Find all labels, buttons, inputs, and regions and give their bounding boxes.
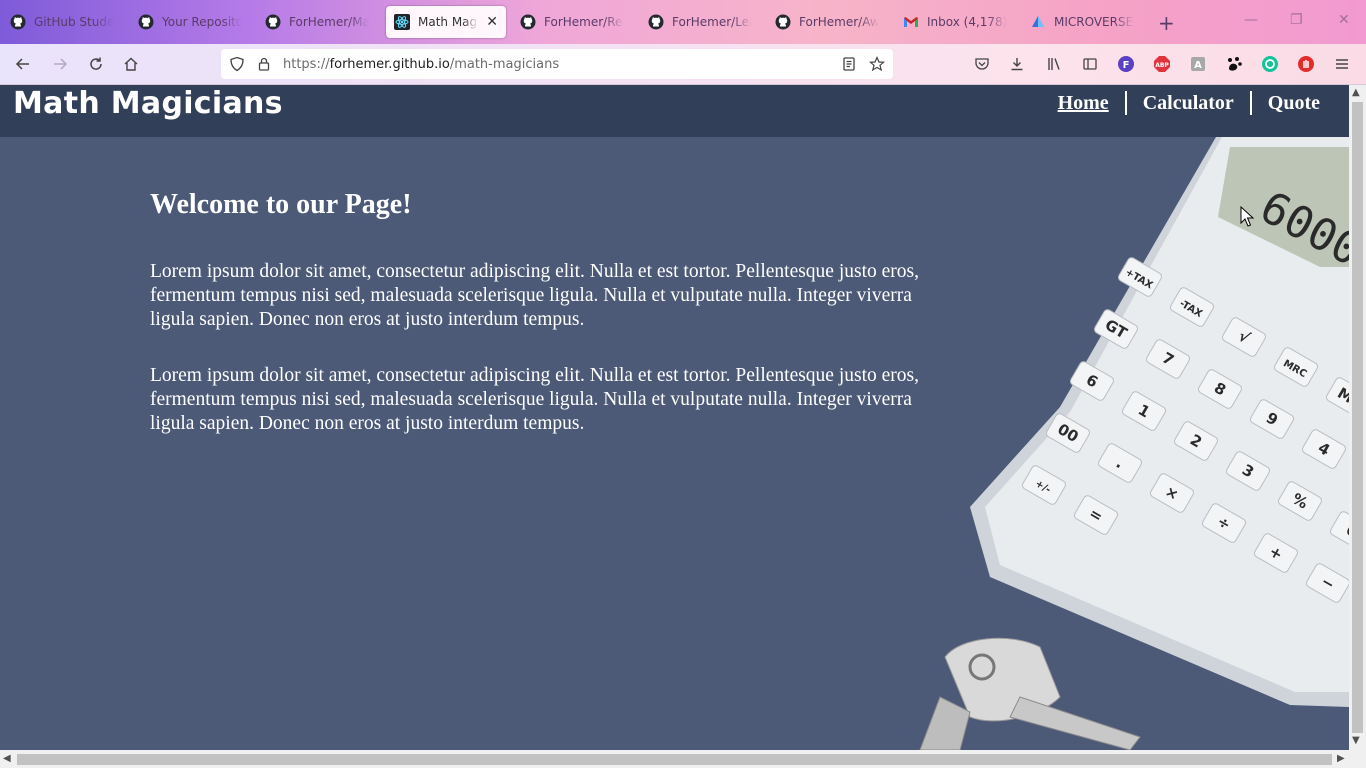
- sidebar-icon[interactable]: [1081, 55, 1099, 73]
- browser-toolbar: https://forhemer.github.io/math-magician…: [0, 44, 1366, 85]
- scroll-up-icon[interactable]: ▲: [1352, 87, 1360, 98]
- url-scheme: https://: [283, 56, 330, 72]
- scroll-left-icon[interactable]: ◀: [3, 753, 11, 764]
- pocket-icon[interactable]: [973, 55, 991, 73]
- github-icon: [10, 14, 26, 30]
- browser-tab[interactable]: ForHemer/Awesome: [767, 6, 887, 38]
- tab-label: ForHemer/Leader: [672, 15, 752, 29]
- tab-label: MICROVERSE'S: [1054, 15, 1134, 29]
- url-host: forhemer.github.io: [329, 56, 450, 72]
- github-icon: [138, 14, 154, 30]
- lock-icon[interactable]: [255, 55, 273, 73]
- page-heading: Welcome to our Page!: [150, 189, 412, 220]
- browser-tab-strip: GitHub Student Your Repositories ForHeme…: [0, 0, 1366, 44]
- microverse-icon: [1030, 14, 1046, 30]
- keys-image: [919, 637, 1141, 750]
- calculator-image: 60000 +TAX-TAX√MRCM-M+GT789456123%000.×÷…: [919, 137, 1349, 750]
- browser-tab[interactable]: Inbox (4,178) -: [895, 6, 1015, 38]
- browser-tab-active[interactable]: Math Magicians ✕: [386, 6, 506, 38]
- vertical-scroll-thumb[interactable]: [1352, 102, 1363, 733]
- welcome-section: Welcome to our Page! Lorem ipsum dolor s…: [150, 185, 950, 436]
- svg-text:ABP: ABP: [1155, 62, 1169, 69]
- home-icon[interactable]: [122, 55, 140, 73]
- reader-view-icon[interactable]: [840, 55, 858, 73]
- new-tab-button[interactable]: +: [1158, 11, 1175, 35]
- extension-paw-icon[interactable]: [1225, 55, 1243, 73]
- url-path: /math-magicians: [449, 56, 560, 72]
- horizontal-scroll-thumb[interactable]: [17, 754, 1332, 765]
- tab-label: ForHemer/React: [544, 15, 624, 29]
- vertical-scrollbar[interactable]: ▲ ▼: [1349, 85, 1366, 750]
- back-arrow-icon[interactable]: [14, 55, 32, 73]
- maximize-button[interactable]: ❐: [1290, 12, 1303, 28]
- browser-tab[interactable]: MICROVERSE'S: [1022, 6, 1142, 38]
- main-nav: Home Calculator Quote: [1042, 85, 1336, 121]
- extension-hand-icon[interactable]: [1297, 55, 1315, 73]
- github-icon: [775, 14, 791, 30]
- horizontal-scrollbar[interactable]: ◀ ▶: [0, 750, 1366, 768]
- tab-label: ForHemer/Awesome: [799, 15, 879, 29]
- close-tab-icon[interactable]: ✕: [486, 14, 498, 30]
- main-content: 60000 +TAX-TAX√MRCM-M+GT789456123%000.×÷…: [0, 137, 1349, 750]
- close-window-button[interactable]: ✕: [1338, 12, 1350, 28]
- tab-label: Your Repositories: [162, 15, 242, 29]
- github-icon: [265, 14, 281, 30]
- browser-tab[interactable]: ForHemer/Leader: [640, 6, 760, 38]
- nav-link-home[interactable]: Home: [1042, 91, 1125, 115]
- github-icon: [520, 14, 536, 30]
- tab-label: Inbox (4,178) -: [927, 15, 1007, 29]
- site-header: Math Magicians Home Calculator Quote: [0, 85, 1349, 137]
- extension-puzzle-icon[interactable]: A: [1189, 55, 1207, 73]
- address-bar[interactable]: https://forhemer.github.io/math-magician…: [221, 49, 893, 79]
- browser-tab[interactable]: ForHemer/Math: [257, 6, 377, 38]
- tab-label: GitHub Student: [34, 15, 114, 29]
- github-icon: [648, 14, 664, 30]
- forward-arrow-icon[interactable]: [51, 55, 69, 73]
- minimize-button[interactable]: —: [1244, 12, 1258, 28]
- shield-icon[interactable]: [228, 55, 246, 73]
- downloads-icon[interactable]: [1008, 55, 1026, 73]
- bookmark-star-icon[interactable]: [868, 55, 886, 73]
- nav-link-quote[interactable]: Quote: [1252, 91, 1336, 115]
- scroll-right-icon[interactable]: ▶: [1337, 753, 1345, 764]
- nav-link-calculator[interactable]: Calculator: [1127, 91, 1250, 115]
- mouse-cursor-icon: [1240, 206, 1254, 227]
- intro-paragraph: Lorem ipsum dolor sit amet, consectetur …: [150, 261, 920, 330]
- svg-text:F: F: [1123, 60, 1130, 71]
- browser-tab[interactable]: Your Repositories: [130, 6, 250, 38]
- browser-tab[interactable]: ForHemer/React: [512, 6, 632, 38]
- tab-label: ForHemer/Math: [289, 15, 369, 29]
- grammarly-icon[interactable]: [1261, 55, 1279, 73]
- intro-paragraph: Lorem ipsum dolor sit amet, consectetur …: [150, 365, 920, 434]
- extension-f-icon[interactable]: F: [1117, 55, 1135, 73]
- browser-tab[interactable]: GitHub Student: [2, 6, 122, 38]
- library-icon[interactable]: [1045, 55, 1063, 73]
- menu-icon[interactable]: [1333, 55, 1351, 73]
- gmail-icon: [903, 14, 919, 30]
- tab-label: Math Magicians: [418, 15, 479, 29]
- site-title[interactable]: Math Magicians: [13, 85, 283, 123]
- url-text: https://forhemer.github.io/math-magician…: [283, 57, 559, 72]
- reload-icon[interactable]: [87, 55, 105, 73]
- react-icon: [394, 14, 410, 30]
- adblock-plus-icon[interactable]: ABP: [1153, 55, 1171, 73]
- svg-text:A: A: [1194, 60, 1202, 71]
- scroll-down-icon[interactable]: ▼: [1352, 735, 1360, 746]
